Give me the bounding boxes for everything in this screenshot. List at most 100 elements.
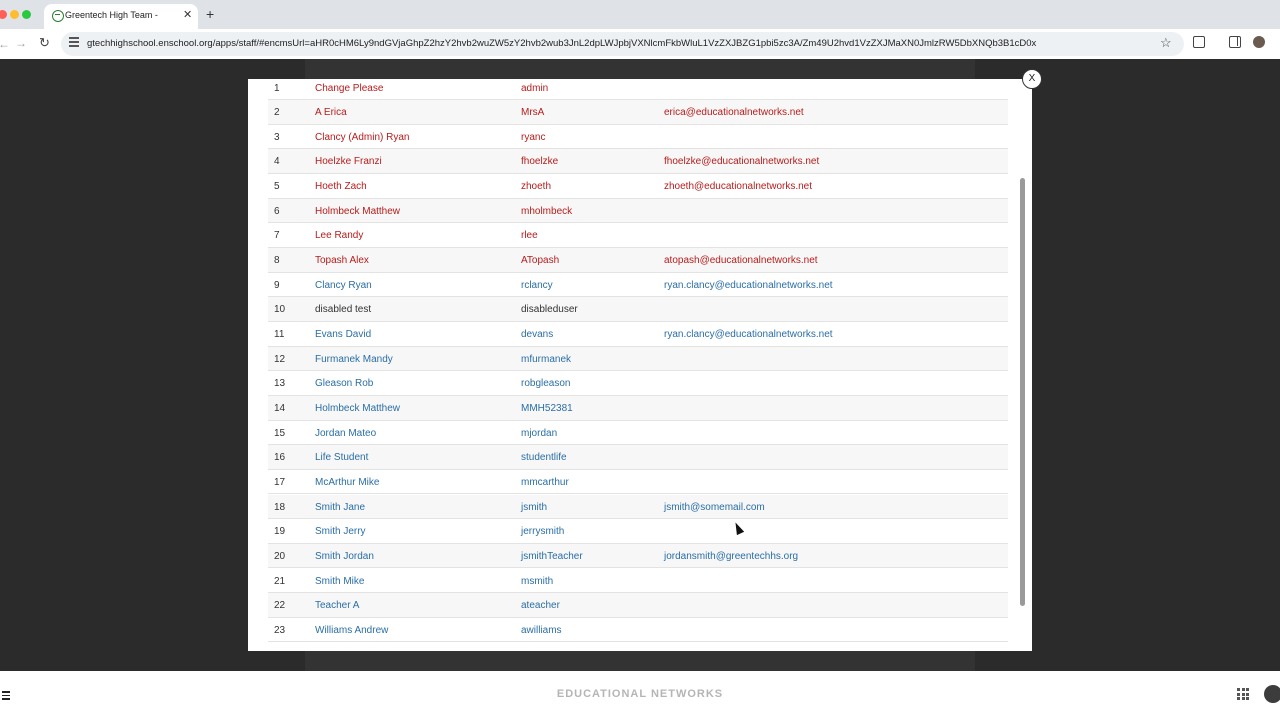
user-name-link[interactable]: Hoelzke Franzi: [315, 156, 382, 167]
username-link[interactable]: jsmith: [521, 502, 547, 513]
table-row[interactable]: 9 Clancy Ryan rclancy ryan.clancy@education…: [268, 273, 1008, 298]
email-link[interactable]: ryan.clancy@educationalnetworks.net: [664, 280, 833, 291]
table-row[interactable]: 2 A Erica MrsA erica@educationalnetworks.ne…: [268, 100, 1008, 125]
url-text[interactable]: gtechhighschool.enschool.org/apps/staff/…: [87, 38, 1147, 49]
table-row[interactable]: 12 Furmanek Mandy mfurmanek: [268, 346, 1008, 372]
user-name-link[interactable]: Jordan Mateo: [315, 428, 376, 439]
reload-icon[interactable]: ↻: [39, 35, 50, 51]
user-name-link[interactable]: Clancy (Admin) Ryan: [315, 132, 409, 143]
profile-icon[interactable]: [1253, 36, 1265, 48]
user-name-link[interactable]: Topash Alex: [315, 255, 369, 266]
user-name-link[interactable]: Smith Mike: [315, 576, 364, 587]
email-link[interactable]: zhoeth@educationalnetworks.net: [664, 181, 812, 192]
table-row[interactable]: 6 Holmbeck Matthew mholmbeck: [268, 198, 1008, 224]
window-close-dot[interactable]: [0, 10, 7, 19]
user-name-link[interactable]: Evans David: [315, 329, 371, 340]
username-link[interactable]: jerrysmith: [521, 526, 564, 537]
table-row[interactable]: 22 Teacher A ateacher: [268, 593, 1008, 618]
new-tab-button[interactable]: +: [206, 7, 214, 21]
window-minimize-dot[interactable]: [10, 10, 19, 19]
table-row[interactable]: 3 Clancy (Admin) Ryan ryanc: [268, 125, 1008, 150]
table-row[interactable]: 18 Smith Jane jsmith jsmith@somemail.com: [268, 494, 1008, 520]
forward-arrow-icon[interactable]: →: [15, 36, 27, 50]
table-row[interactable]: 15 Jordan Mateo mjordan: [268, 421, 1008, 446]
table-row[interactable]: 5 Hoeth Zach zhoeth zhoeth@educationalnetwo…: [268, 174, 1008, 199]
email-link[interactable]: jsmith@somemail.com: [664, 502, 765, 513]
modal-close-button[interactable]: X: [1022, 69, 1042, 89]
user-name-link[interactable]: Smith Jane: [315, 502, 365, 513]
user-name-link[interactable]: Furmanek Mandy: [315, 354, 393, 365]
user-name-link[interactable]: Smith Jordan: [315, 551, 374, 562]
table-row[interactable]: 19 Smith Jerry jerrysmith: [268, 519, 1008, 544]
username-link[interactable]: robgleason: [521, 378, 570, 389]
username-link[interactable]: jsmithTeacher: [521, 551, 583, 562]
username-link[interactable]: rlee: [521, 230, 538, 241]
table-row[interactable]: 1 Change Please admin: [268, 79, 1008, 101]
extensions-icon[interactable]: [1193, 36, 1205, 48]
username-link[interactable]: mjordan: [521, 428, 557, 439]
user-name-link[interactable]: Gleason Rob: [315, 378, 373, 389]
table-row[interactable]: 20 Smith Jordan jsmithTeacher jordansmith@g…: [268, 543, 1008, 569]
username-link[interactable]: ryanc: [521, 132, 545, 143]
username-link[interactable]: mfurmanek: [521, 354, 571, 365]
username-link[interactable]: disableduser: [521, 304, 578, 315]
user-name-link[interactable]: disabled test: [315, 304, 371, 315]
user-name-link[interactable]: Lee Randy: [315, 230, 363, 241]
table-row[interactable]: 4 Hoelzke Franzi fhoelzke fhoelzke@educatio…: [268, 149, 1008, 175]
email-link[interactable]: jordansmith@greentechhs.org: [664, 551, 798, 562]
user-name-link[interactable]: Hoeth Zach: [315, 181, 367, 192]
table-row[interactable]: 10 disabled test disableduser: [268, 297, 1008, 322]
user-table: 1 Change Please admin 2 A Erica MrsA erica@edu…: [268, 79, 1008, 651]
username-link[interactable]: fhoelzke: [521, 156, 558, 167]
user-name-link[interactable]: Williams Andrew: [315, 625, 388, 636]
username-link[interactable]: awilliams: [521, 625, 562, 636]
table-row[interactable]: 17 McArthur Mike mmcarthur: [268, 470, 1008, 495]
table-row[interactable]: 11 Evans David devans ryan.clancy@education…: [268, 322, 1008, 347]
username-link[interactable]: MrsA: [521, 107, 544, 118]
row-number: 14: [274, 402, 286, 414]
table-row[interactable]: 13 Gleason Rob robgleason: [268, 371, 1008, 396]
site-info-icon[interactable]: [69, 37, 79, 49]
tab-close-icon[interactable]: ✕: [183, 9, 192, 21]
username-link[interactable]: studentlife: [521, 452, 567, 463]
table-row[interactable]: 7 Lee Randy rlee: [268, 223, 1008, 248]
user-name-link[interactable]: Teacher A: [315, 600, 359, 611]
table-row[interactable]: 21 Smith Mike msmith: [268, 569, 1008, 594]
table-row[interactable]: 8 Topash Alex ATopash atopash@educationalne…: [268, 248, 1008, 273]
user-name-link[interactable]: Life Student: [315, 452, 368, 463]
user-name-link[interactable]: Smith Jerry: [315, 526, 366, 537]
user-name-link[interactable]: Change Please: [315, 83, 383, 94]
username-link[interactable]: devans: [521, 329, 553, 340]
modal-scrollbar-thumb[interactable]: [1020, 178, 1025, 606]
window-zoom-dot[interactable]: [22, 10, 31, 19]
table-row[interactable]: 16 Life Student studentlife: [268, 445, 1008, 470]
username-link[interactable]: zhoeth: [521, 181, 551, 192]
username-link[interactable]: admin: [521, 83, 548, 94]
username-link[interactable]: mholmbeck: [521, 206, 572, 217]
row-number: 15: [274, 427, 286, 439]
star-icon[interactable]: ☆: [1160, 35, 1172, 51]
apps-grid-icon[interactable]: [1237, 688, 1249, 700]
username-link[interactable]: rclancy: [521, 280, 553, 291]
table-row[interactable]: 23 Williams Andrew awilliams: [268, 618, 1008, 643]
email-link[interactable]: erica@educationalnetworks.net: [664, 107, 804, 118]
user-name-link[interactable]: McArthur Mike: [315, 477, 379, 488]
user-name-link[interactable]: Holmbeck Matthew: [315, 206, 400, 217]
active-tab[interactable]: Greentech High Team - ✕: [44, 4, 198, 29]
side-panel-icon[interactable]: [1229, 36, 1241, 48]
username-link[interactable]: ateacher: [521, 600, 560, 611]
back-arrow-icon[interactable]: ←: [0, 37, 10, 51]
username-link[interactable]: ATopash: [521, 255, 559, 266]
user-name-link[interactable]: Holmbeck Matthew: [315, 403, 400, 414]
user-name-link[interactable]: A Erica: [315, 107, 347, 118]
username-link[interactable]: MMH52381: [521, 403, 573, 414]
email-link[interactable]: atopash@educationalnetworks.net: [664, 255, 818, 266]
user-name-link[interactable]: Clancy Ryan: [315, 280, 372, 291]
user-avatar[interactable]: [1264, 685, 1280, 703]
email-link[interactable]: fhoelzke@educationalnetworks.net: [664, 156, 819, 167]
address-bar[interactable]: gtechhighschool.enschool.org/apps/staff/…: [61, 32, 1184, 56]
email-link[interactable]: ryan.clancy@educationalnetworks.net: [664, 329, 833, 340]
table-row[interactable]: 14 Holmbeck Matthew MMH52381: [268, 395, 1008, 421]
username-link[interactable]: msmith: [521, 576, 553, 587]
username-link[interactable]: mmcarthur: [521, 477, 569, 488]
